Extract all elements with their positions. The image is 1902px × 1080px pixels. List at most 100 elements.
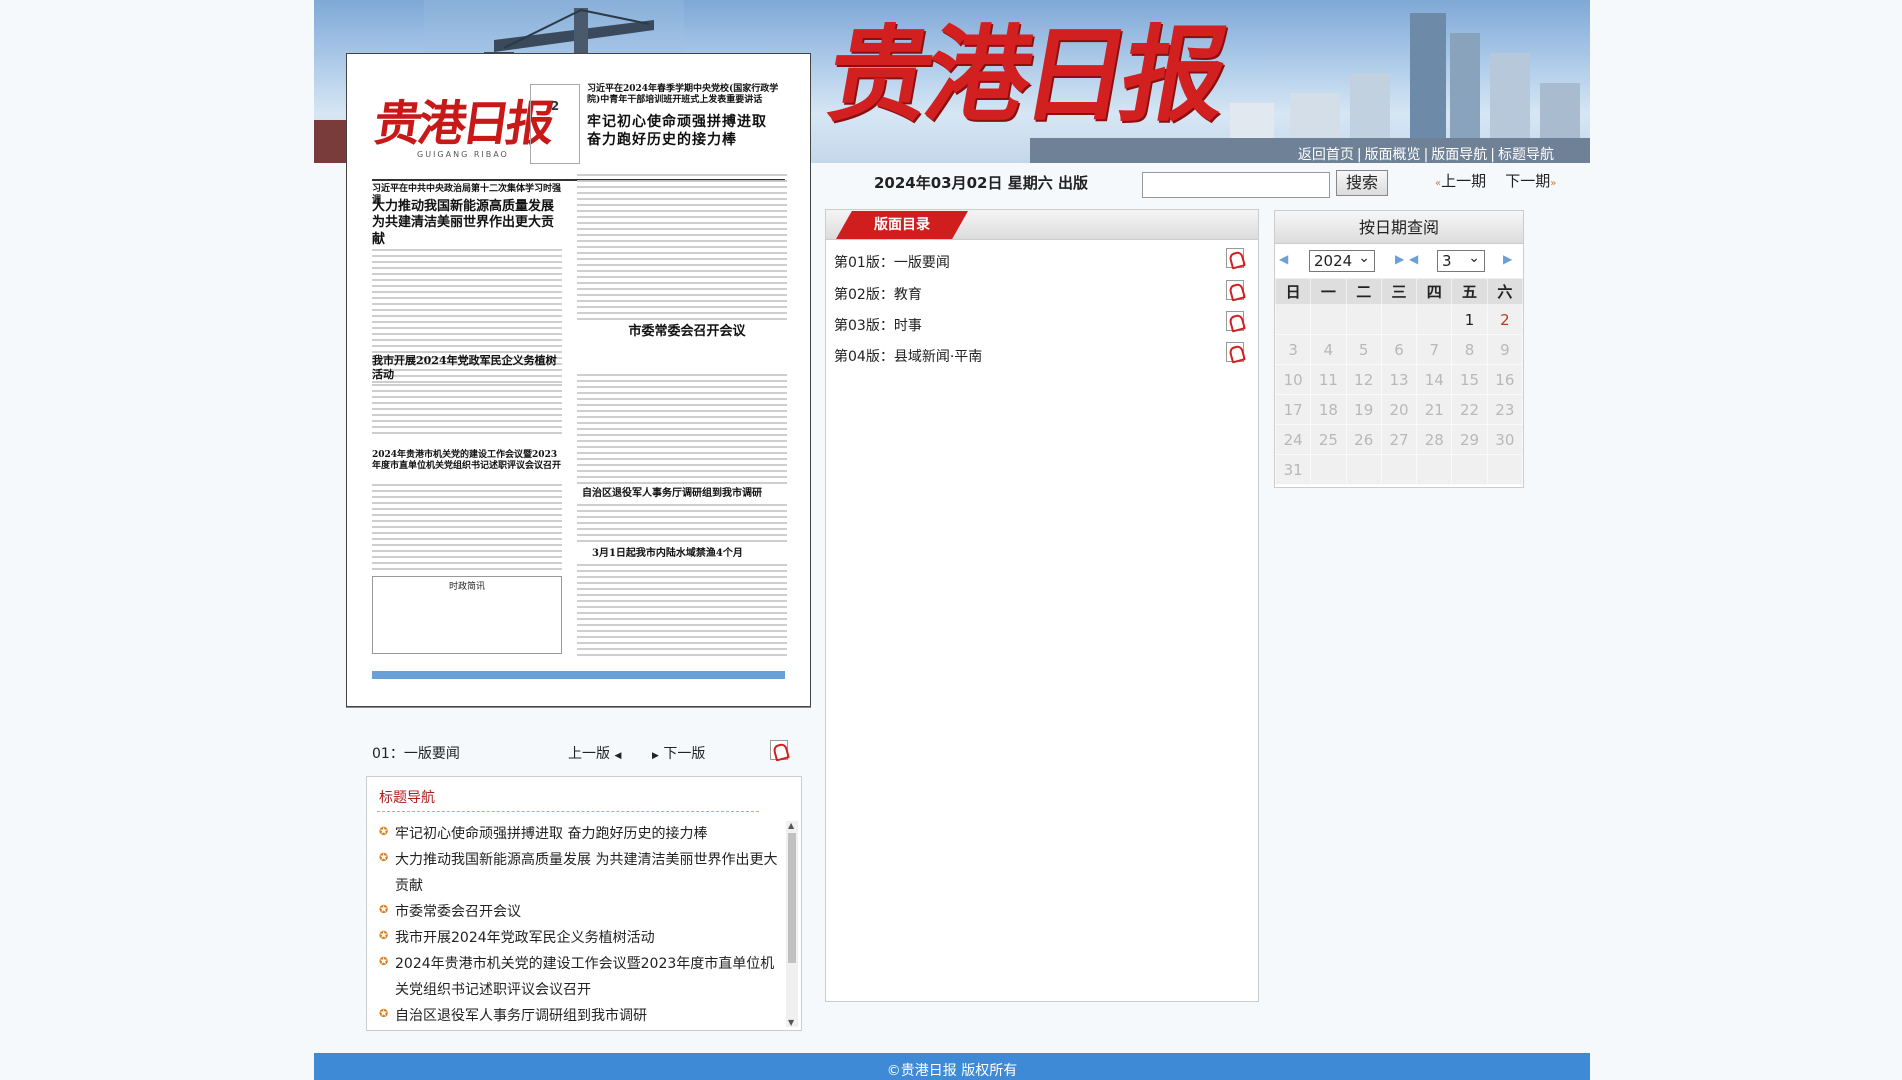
title-nav-item[interactable]: ✪ 牢记初心使命顽强拼搏进取 奋力跑好历史的接力棒 <box>379 821 779 847</box>
weekday-header: 五 <box>1451 278 1488 305</box>
paper-text-block <box>372 484 562 574</box>
next-month-icon[interactable]: ▶ <box>1503 252 1512 266</box>
directory-item[interactable]: 第02版：教育 <box>834 280 1244 306</box>
paper-text-block <box>577 174 787 324</box>
calendar-day <box>1310 304 1347 335</box>
next-year-icon[interactable]: ▶ <box>1395 252 1404 266</box>
calendar-day[interactable]: 2 <box>1486 304 1524 335</box>
scroll-down-icon[interactable]: ▼ <box>788 1018 794 1027</box>
scrollbar-thumb[interactable] <box>788 833 796 963</box>
calendar-day: 19 <box>1345 394 1382 425</box>
calendar-day: 30 <box>1486 424 1524 455</box>
top-nav: 返回首页 | 版面概览 | 版面导航 | 标题导航 <box>1297 147 1554 163</box>
paper-headline-6[interactable]: 自治区退役军人事务厅调研组到我市调研 <box>582 488 792 501</box>
paper-headline-main[interactable]: 牢记初心使命顽强拼搏进取 奋力跑好历史的接力棒 <box>587 114 787 149</box>
title-nav-item[interactable]: ✪ 自治区退役军人事务厅调研组到我市调研 <box>379 1003 779 1027</box>
divider <box>377 811 759 812</box>
calendar-day: 5 <box>1345 334 1382 365</box>
weekday-header: 三 <box>1380 278 1418 305</box>
month-select[interactable]: 3 <box>1437 248 1485 272</box>
title-nav-box: 标题导航 ✪ 牢记初心使命顽强拼搏进取 奋力跑好历史的接力棒 ✪ 大力推动我国新能源… <box>366 776 802 1031</box>
bullet-icon: ✪ <box>379 929 389 942</box>
pdf-icon[interactable] <box>1226 280 1244 304</box>
calendar-day <box>1345 304 1382 335</box>
issue-nav: «上一期 下一期» <box>1435 170 1556 191</box>
calendar-day <box>1380 454 1418 485</box>
calendar-day <box>1345 454 1382 485</box>
pdf-icon[interactable] <box>770 740 788 764</box>
prev-year-icon[interactable]: ◀ <box>1279 252 1288 266</box>
paper-text-block <box>372 384 562 434</box>
scroll-up-icon[interactable]: ▲ <box>788 821 794 830</box>
paper-headline-7[interactable]: 3月1日起我市内陆水域禁渔4个月 <box>592 548 792 561</box>
paper-headline-kicker[interactable]: 习近平在2024年春季学期中央党校(国家行政学院)中青年干部培训班开班式上发表重… <box>587 84 787 107</box>
directory-item[interactable]: 第04版：县域新闻·平南 <box>834 342 1244 368</box>
prev-month-icon[interactable]: ◀ <box>1409 252 1418 266</box>
calendar-day: 23 <box>1486 394 1524 425</box>
calendar-week-row: 17 18 19 20 21 22 23 <box>1274 394 1524 425</box>
calendar-heading: 按日期查阅 <box>1275 211 1523 244</box>
calendar-day <box>1451 454 1488 485</box>
calendar-controls: ◀ 2024 ▶ ◀ 3 ▶ <box>1275 244 1523 278</box>
search-button[interactable]: 搜索 <box>1336 170 1388 196</box>
weekday-header: 日 <box>1274 278 1312 305</box>
weekday-header: 六 <box>1486 278 1524 305</box>
paper-text-block <box>577 564 787 659</box>
title-nav-item[interactable]: ✪ 我市开展2024年党政军民企义务植树活动 <box>379 925 779 951</box>
pdf-icon[interactable] <box>1226 311 1244 335</box>
pdf-icon[interactable] <box>1226 342 1244 366</box>
right-triangle-icon: ▶ <box>652 751 659 761</box>
bullet-icon: ✪ <box>379 903 389 916</box>
calendar-day: 10 <box>1274 364 1312 395</box>
directory-item[interactable]: 第01版：一版要闻 <box>834 248 1244 274</box>
paper-logo-sub: GUIGANG RIBAO <box>417 150 509 159</box>
directory-header: 版面目录 <box>826 210 1258 240</box>
calendar-day <box>1310 454 1347 485</box>
nav-titles-link[interactable]: 标题导航 <box>1498 147 1554 163</box>
prev-page-link[interactable]: 上一版 ◀ <box>568 743 621 763</box>
title-nav-list[interactable]: ✪ 牢记初心使命顽强拼搏进取 奋力跑好历史的接力棒 ✪ 大力推动我国新能源高质量发展… <box>379 821 779 1027</box>
title-nav-item[interactable]: ✪ 2024年贵港市机关党的建设工作会议暨2023年度市直单位机关党组织书记述职评… <box>379 951 779 1003</box>
calendar-week-row: 3456789 <box>1274 334 1524 365</box>
logo[interactable]: 贵港日报 <box>816 0 1234 150</box>
bullet-icon: ✪ <box>379 955 389 968</box>
calendar-day: 21 <box>1416 394 1453 425</box>
calendar-day: 18 <box>1310 394 1347 425</box>
calendar-day <box>1274 304 1312 335</box>
calendar-day: 12 <box>1345 364 1382 395</box>
paper-headline-4[interactable]: 我市开展2024年党政军民企义务植树活动 <box>372 354 562 382</box>
bullet-icon: ✪ <box>379 825 389 838</box>
pdf-icon[interactable] <box>1226 248 1244 272</box>
next-page-link[interactable]: ▶ 下一版 <box>652 743 705 763</box>
paper-headline-3[interactable]: 市委常委会召开会议 <box>587 324 787 340</box>
weekday-header: 四 <box>1416 278 1453 305</box>
calendar-day <box>1416 454 1453 485</box>
calendar-day: 26 <box>1345 424 1382 455</box>
next-issue-link[interactable]: 下一期 <box>1505 172 1550 190</box>
arrow-icon: » <box>1550 178 1557 189</box>
nav-overview-link[interactable]: 版面概览 <box>1365 147 1421 163</box>
page-directory: 版面目录 第01版：一版要闻 第02版：教育 第03版：时事 第04版：县域新闻… <box>825 209 1259 1002</box>
search-input[interactable] <box>1142 172 1330 198</box>
paper-text-block <box>577 504 787 544</box>
issue-date: 2024年03月02日 星期六 出版 <box>874 174 1088 192</box>
calendar-day: 9 <box>1486 334 1524 365</box>
calendar-day[interactable]: 1 <box>1451 304 1488 335</box>
nav-pages-link[interactable]: 版面导航 <box>1431 147 1487 163</box>
paper-logo: 贵港日报 <box>370 96 555 152</box>
year-select[interactable]: 2024 <box>1309 248 1375 272</box>
nav-home-link[interactable]: 返回首页 <box>1298 147 1354 163</box>
newspaper-page-image[interactable]: 贵港日报 GUIGANG RIBAO 2 习近平在2024年春季学期中央党校(国… <box>346 53 811 707</box>
calendar-day: 16 <box>1486 364 1524 395</box>
calendar-day: 25 <box>1310 424 1347 455</box>
weekday-header: 二 <box>1345 278 1382 305</box>
paper-headline-2[interactable]: 大力推动我国新能源高质量发展 为共建清洁美丽世界作出更大贡献 <box>372 199 562 248</box>
scrollbar[interactable]: ▲ ▼ <box>786 821 798 1027</box>
directory-item[interactable]: 第03版：时事 <box>834 311 1244 337</box>
paper-headline-5[interactable]: 2024年贵港市机关党的建设工作会议暨2023年度市直单位机关党组织书记述职评议… <box>372 450 562 473</box>
prev-issue-link[interactable]: 上一期 <box>1441 172 1486 190</box>
calendar-day: 27 <box>1380 424 1418 455</box>
current-page-label: 01：一版要闻 <box>372 746 460 762</box>
title-nav-item[interactable]: ✪ 大力推动我国新能源高质量发展 为共建清洁美丽世界作出更大贡献 <box>379 847 779 899</box>
title-nav-item[interactable]: ✪ 市委常委会召开会议 <box>379 899 779 925</box>
